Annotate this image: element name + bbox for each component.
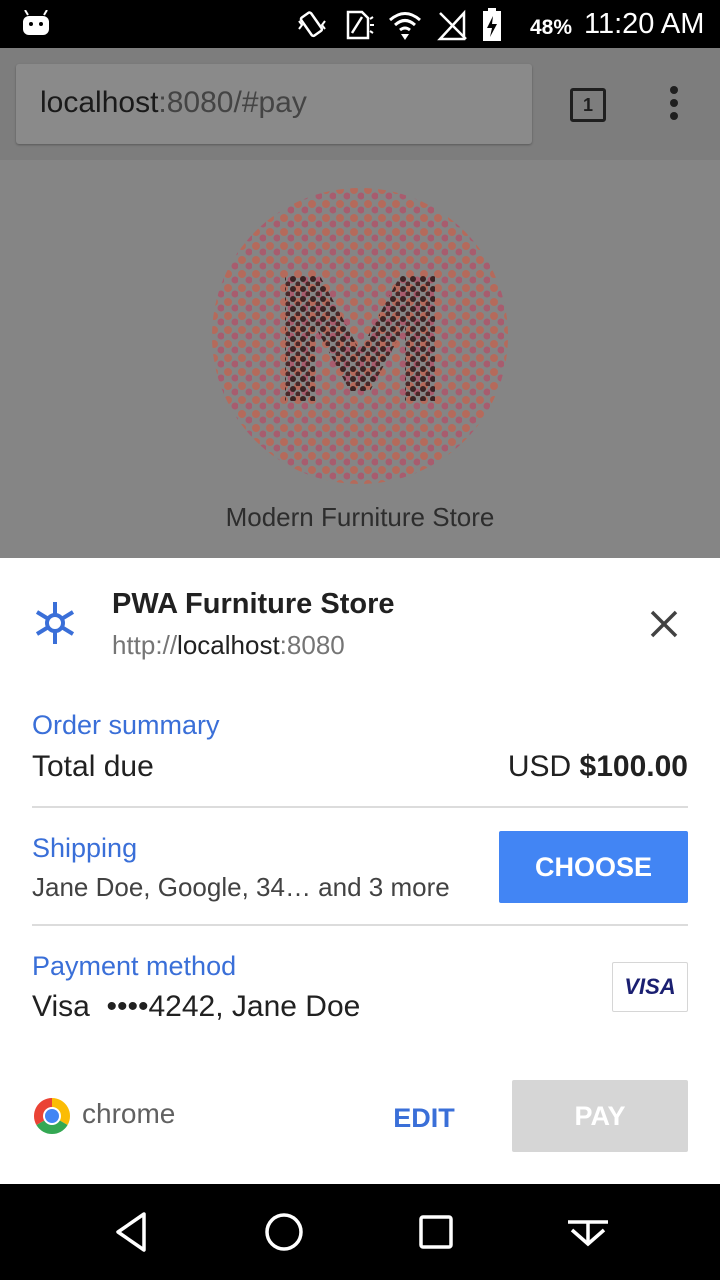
wifi-icon [389,12,421,40]
total-amount: $100.00 [579,750,688,783]
url-bar[interactable]: localhost:8080/#pay [16,64,532,144]
home-icon[interactable] [262,1210,306,1254]
navigation-bar [0,1184,720,1280]
total-currency: USD [507,750,572,783]
tabs-icon[interactable]: 1 [570,88,606,122]
overflow-menu-icon[interactable] [664,86,684,126]
shipping-value: Jane Doe, Google, 34… and 3 more [32,872,450,902]
status-bar: 48% 11:20 AM [0,0,720,48]
back-icon[interactable] [110,1210,154,1254]
visa-card-icon: VISA [612,962,688,1012]
payment-request-sheet: PWA Furniture Store http://localhost:808… [0,558,720,1184]
merchant-name: PWA Furniture Store [112,588,395,620]
merchant-icon [35,602,75,644]
payment-method-label: Payment method [32,951,237,981]
divider [32,806,688,808]
merchant-url-scheme: http:// [112,630,178,660]
payment-method-value: Visa ••••4242, Jane Doe [32,990,361,1023]
no-signal-icon [437,9,467,41]
clock: 11:20 AM [584,8,705,40]
url-host: localhost [40,86,159,119]
url-path: :8080/#pay [158,86,307,119]
no-sim-icon [346,10,374,40]
vibrate-icon [298,11,326,38]
shipping-label: Shipping [32,833,138,863]
pay-button[interactable]: PAY [512,1080,688,1152]
edit-button[interactable]: EDIT [384,1096,464,1140]
recents-icon[interactable] [414,1210,458,1254]
divider [32,924,688,926]
chrome-label: chrome [82,1098,176,1129]
merchant-url-host: localhost [177,630,280,660]
choose-shipping-button[interactable]: CHOOSE [499,831,688,903]
chrome-logo-icon [33,1098,71,1135]
total-due-label: Total due [32,750,154,783]
battery-percent: 48% [530,16,573,39]
merchant-url-port: :8080 [279,630,345,660]
store-name: Modern Furniture Store [225,502,495,532]
keyboard-hide-icon[interactable] [566,1210,610,1254]
url-text: localhost:8080/#pay [40,86,307,120]
store-logo [212,188,508,484]
merchant-url: http://localhost:8080 [112,630,345,661]
order-summary-label[interactable]: Order summary [32,710,220,741]
browser-page: localhost:8080/#pay 1 Modern Furniture S… [0,48,720,558]
battery-charging-icon [483,8,501,41]
android-icon [23,10,49,35]
total-due-value: USD $100.00 [508,750,688,784]
close-icon[interactable] [644,604,684,644]
